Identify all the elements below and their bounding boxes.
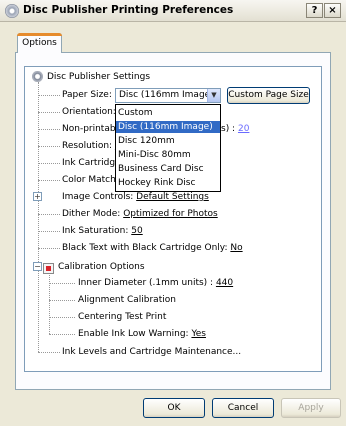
dropdown-option[interactable]: Custom [116,107,220,119]
tree-root-label[interactable]: Disc Publisher Settings [47,72,150,82]
ink-low-warning-label: Enable Ink Low Warning: [78,329,192,339]
tree-line [38,180,60,181]
orientation-label[interactable]: Orientation: [62,107,116,117]
image-controls-row[interactable]: Image Controls: Default Settings [62,192,209,202]
tree-line [38,95,60,96]
calibration-icon [43,263,54,274]
black-text-row[interactable]: Black Text with Black Cartridge Only: No [62,243,243,253]
tree-line [38,146,60,147]
nonprintable-value-group[interactable]: s) : 20 [221,124,249,134]
chevron-down-icon[interactable]: ▼ [207,89,220,102]
ink-saturation-value[interactable]: 50 [131,226,142,236]
image-controls-value[interactable]: Default Settings [136,192,209,202]
inner-diameter-label: Inner Diameter (.1mm units) : [78,278,216,288]
nonprintable-suffix: s) : [221,124,238,134]
color-matching-label[interactable]: Color Matchi [62,175,118,185]
ink-levels-item[interactable]: Ink Levels and Cartridge Maintenance... [62,347,241,357]
tree-line [49,317,75,318]
inner-diameter-row[interactable]: Inner Diameter (.1mm units) : 440 [78,278,233,288]
dropdown-option[interactable]: Hockey Rink Disc [116,177,220,189]
expand-image-controls-icon[interactable]: + [33,192,42,201]
dropdown-option-selected[interactable]: Disc (116mm Image) [116,121,220,133]
settings-gear-icon [32,71,43,82]
dropdown-option[interactable]: Mini-Disc 80mm [116,149,220,161]
tree-line [49,283,75,284]
ink-cartridge-label[interactable]: Ink Cartridge [62,158,121,168]
centering-test-print-item[interactable]: Centering Test Print [78,312,166,322]
window-title: Disc Publisher Printing Preferences [23,4,234,16]
paper-size-label[interactable]: Paper Size: [62,90,112,100]
ink-saturation-row[interactable]: Ink Saturation: 50 [62,226,143,236]
dither-mode-value[interactable]: Optimized for Photos [123,209,218,219]
tree-line [38,352,60,353]
ink-low-warning-value[interactable]: Yes [191,329,206,339]
apply-button[interactable]: Apply [281,398,341,418]
black-text-value[interactable]: No [230,243,242,253]
help-button[interactable]: ? [306,3,323,18]
paper-size-dropdown[interactable]: Custom Disc (116mm Image) Disc 120mm Min… [115,104,221,192]
custom-page-size-button[interactable]: Custom Page Size [227,87,310,104]
tree-line [38,129,60,130]
ok-button[interactable]: OK [143,398,205,418]
close-button[interactable]: × [324,3,341,18]
cancel-button[interactable]: Cancel [212,398,274,418]
paper-size-select[interactable]: Disc (116mm Image) ▼ [115,88,221,103]
tree-line [38,112,60,113]
tree-line [38,248,60,249]
tree-line [49,300,75,301]
tree-line-main [38,82,39,352]
paper-size-value: Disc (116mm Image) [119,90,214,100]
black-text-label: Black Text with Black Cartridge Only: [62,243,231,253]
ink-low-warning-row[interactable]: Enable Ink Low Warning: Yes [78,329,206,339]
inner-diameter-value[interactable]: 440 [216,278,233,288]
resolution-label: Resolution: [62,141,115,151]
dither-mode-row[interactable]: Dither Mode: Optimized for Photos [62,209,218,219]
tree-line [38,231,60,232]
tree-line [49,334,75,335]
dropdown-option[interactable]: Business Card Disc [116,163,220,175]
dropdown-option[interactable]: Disc 120mm [116,135,220,147]
disc-printer-icon [5,4,19,18]
alignment-calibration-item[interactable]: Alignment Calibration [78,295,176,305]
ink-saturation-label: Ink Saturation: [62,226,132,236]
nonprintable-value[interactable]: 20 [238,124,249,134]
title-bar[interactable]: Disc Publisher Printing Preferences ? × [0,0,346,22]
collapse-calibration-icon[interactable]: − [33,262,42,271]
dither-mode-label: Dither Mode: [62,209,124,219]
tab-options[interactable]: Options [17,33,62,53]
tree-line [38,214,60,215]
image-controls-label: Image Controls: [62,192,137,202]
calibration-label[interactable]: Calibration Options [58,262,145,272]
tree-line [38,163,60,164]
resolution-row[interactable]: Resolution: B [62,141,121,151]
